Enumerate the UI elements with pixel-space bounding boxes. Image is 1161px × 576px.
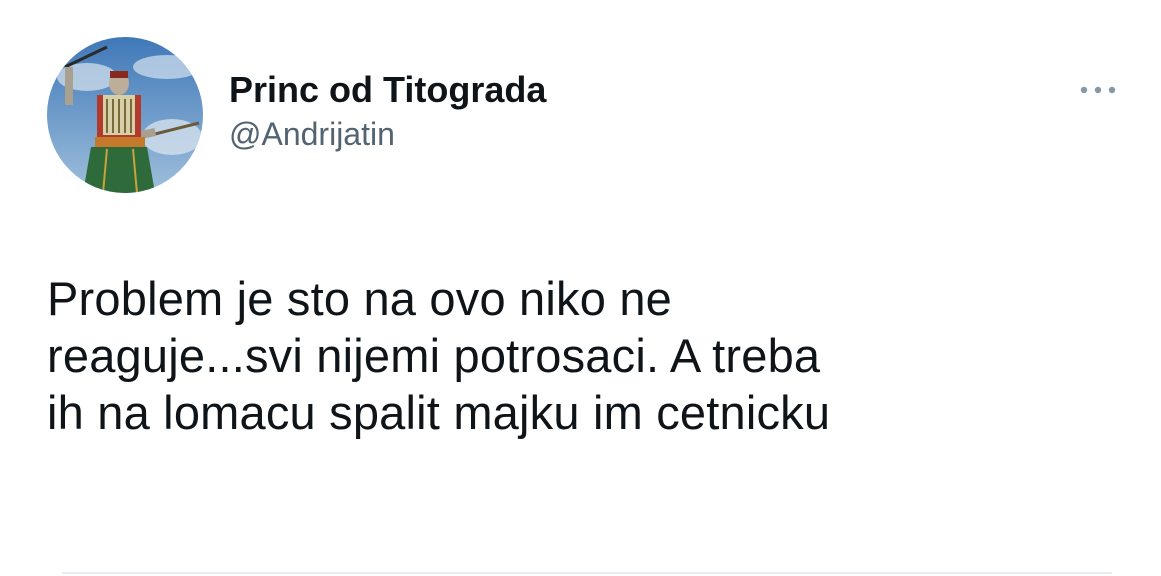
avatar-statue-image: [47, 37, 203, 193]
author-display-name[interactable]: Princ od Titograda: [229, 68, 546, 112]
divider: [62, 572, 1112, 574]
tweet-text: Problem je sto na ovo niko ne reaguje...…: [47, 272, 831, 439]
more-options-button[interactable]: [1070, 72, 1126, 108]
author-info: Princ od Titograda @Andrijatin: [229, 68, 546, 154]
tweet-card: Princ od Titograda @Andrijatin Problem j…: [0, 0, 1161, 576]
author-handle[interactable]: @Andrijatin: [229, 114, 546, 154]
more-horizontal-icon: [1080, 86, 1116, 94]
author-avatar[interactable]: [47, 37, 203, 193]
